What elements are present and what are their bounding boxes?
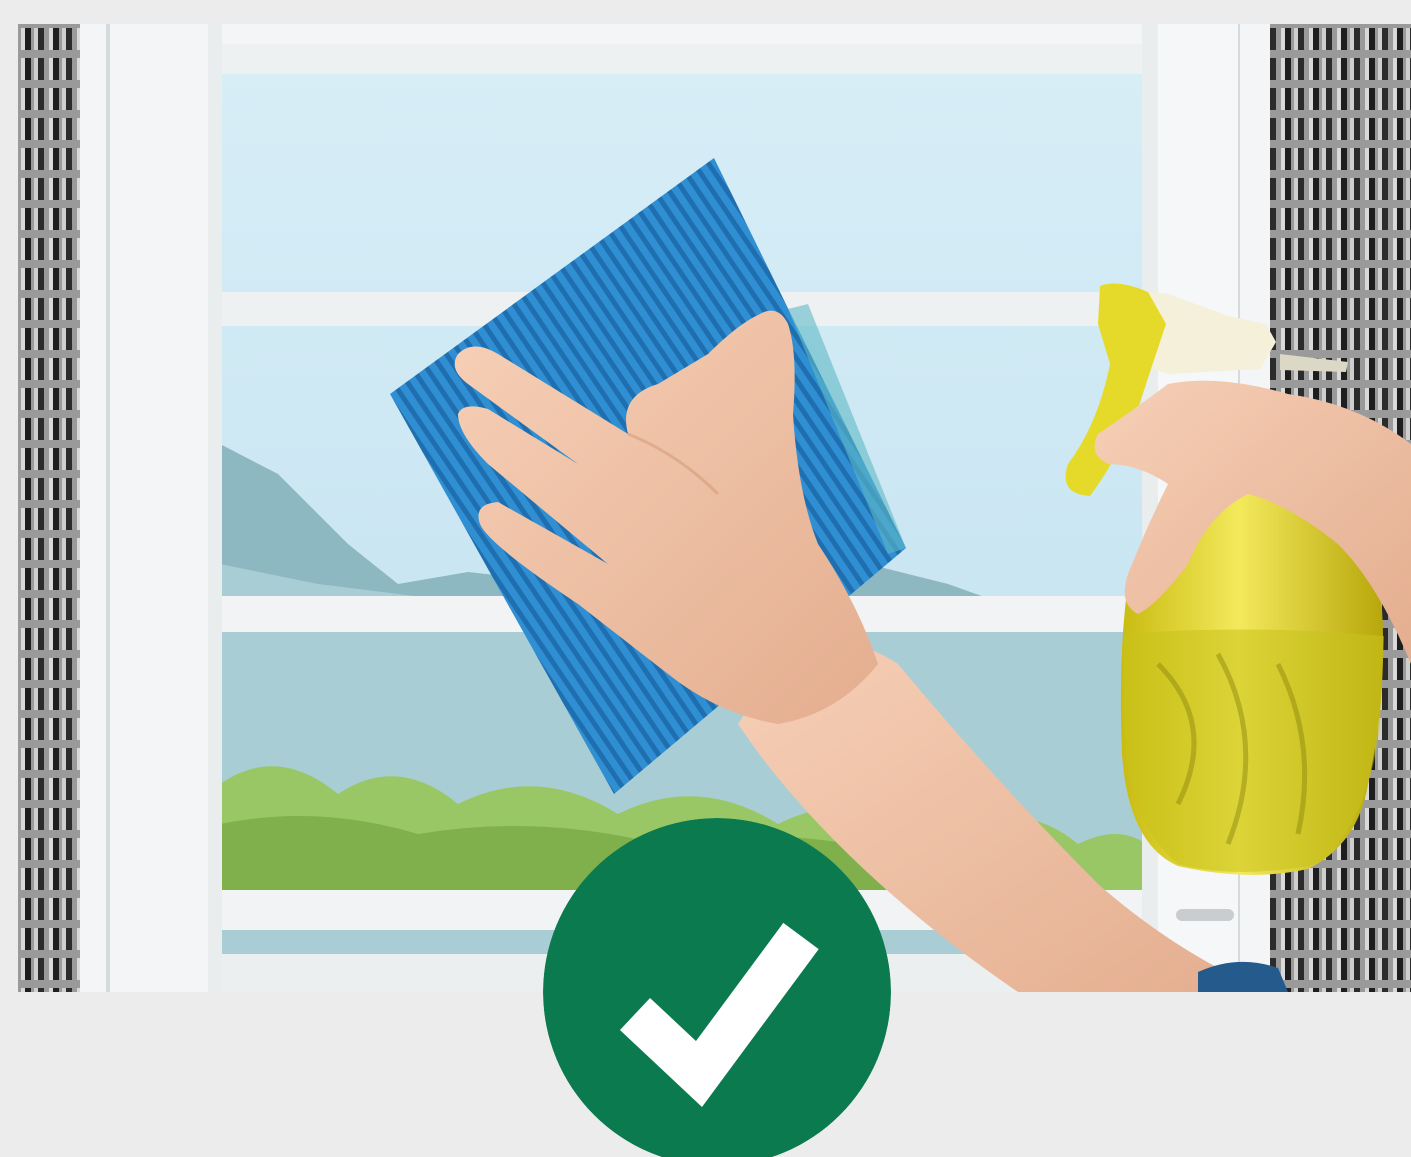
door-handle [1176,909,1234,921]
scene [0,0,1411,1157]
approved-badge [543,818,891,1157]
left-grille [18,24,80,992]
